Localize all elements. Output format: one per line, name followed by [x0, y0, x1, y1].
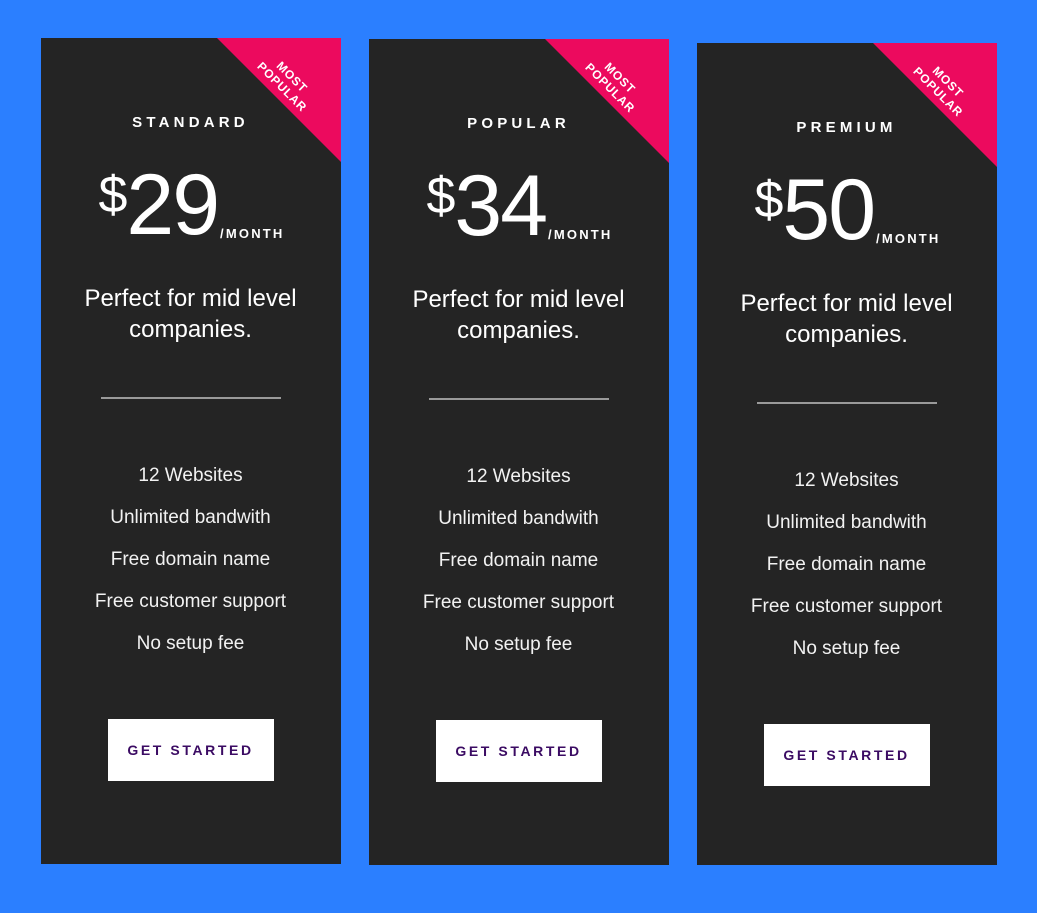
section-divider: [100, 397, 281, 400]
ribbon-label: MOST POPULAR: [581, 59, 638, 116]
list-item: 12 Websites: [466, 466, 571, 488]
plan-title: STANDARD: [132, 114, 249, 131]
plan-price: $ 29 /MONTH: [98, 157, 285, 254]
get-started-button[interactable]: GET STARTED: [435, 720, 602, 783]
list-item: Unlimited bandwith: [438, 508, 599, 530]
price-currency-symbol: $: [426, 167, 455, 225]
price-period: /MONTH: [876, 231, 941, 246]
price-amount: 34: [454, 158, 548, 255]
plan-tagline: Perfect for mid level companies.: [84, 285, 297, 344]
feature-list: 12 Websites Unlimited bandwith Free doma…: [95, 455, 286, 665]
list-item: 12 Websites: [138, 465, 243, 487]
list-item: Unlimited bandwith: [110, 507, 271, 529]
get-started-button[interactable]: GET STARTED: [107, 719, 274, 782]
pricing-table: MOST POPULAR STANDARD $ 29 /MONTH Perfec…: [0, 0, 1037, 913]
list-item: Free domain name: [438, 550, 599, 572]
list-item: No setup fee: [464, 634, 573, 656]
price-currency-symbol: $: [754, 171, 783, 229]
list-item: Unlimited bandwith: [766, 512, 927, 534]
price-amount: 50: [782, 162, 876, 259]
list-item: 12 Websites: [794, 470, 899, 492]
pricing-card-popular: MOST POPULAR POPULAR $ 34 /MONTH Perfect…: [368, 39, 669, 865]
list-item: Free customer support: [750, 596, 943, 618]
list-item: Free domain name: [766, 554, 927, 576]
pricing-card-premium: MOST POPULAR PREMIUM $ 50 /MONTH Perfect…: [696, 43, 997, 865]
ribbon-label: MOST POPULAR: [253, 58, 310, 115]
ribbon-label: MOST POPULAR: [909, 63, 966, 120]
ribbon-triangle-shape: [216, 38, 341, 162]
list-item: Free domain name: [110, 549, 271, 571]
pricing-card-standard: MOST POPULAR STANDARD $ 29 /MONTH Perfec…: [40, 38, 341, 864]
plan-title: PREMIUM: [796, 119, 897, 136]
plan-price: $ 50 /MONTH: [754, 162, 941, 259]
plan-title: POPULAR: [467, 115, 570, 132]
list-item: Free customer support: [422, 592, 615, 614]
plan-tagline: Perfect for mid level companies.: [412, 286, 625, 345]
section-divider: [756, 402, 937, 405]
price-period: /MONTH: [548, 227, 613, 242]
most-popular-ribbon: MOST POPULAR: [544, 39, 669, 163]
list-item: No setup fee: [136, 633, 245, 655]
price-currency-symbol: $: [98, 166, 127, 224]
ribbon-triangle-shape: [544, 39, 669, 163]
get-started-button[interactable]: GET STARTED: [763, 724, 930, 787]
list-item: Free customer support: [94, 591, 287, 613]
plan-price: $ 34 /MONTH: [426, 158, 613, 255]
feature-list: 12 Websites Unlimited bandwith Free doma…: [423, 456, 614, 666]
price-period: /MONTH: [220, 226, 285, 241]
price-amount: 29: [126, 157, 220, 254]
feature-list: 12 Websites Unlimited bandwith Free doma…: [751, 460, 942, 670]
plan-tagline: Perfect for mid level companies.: [740, 290, 953, 349]
most-popular-ribbon: MOST POPULAR: [216, 38, 341, 162]
section-divider: [428, 398, 609, 401]
most-popular-ribbon: MOST POPULAR: [872, 43, 997, 167]
ribbon-triangle-shape: [872, 43, 997, 167]
list-item: No setup fee: [792, 638, 901, 660]
